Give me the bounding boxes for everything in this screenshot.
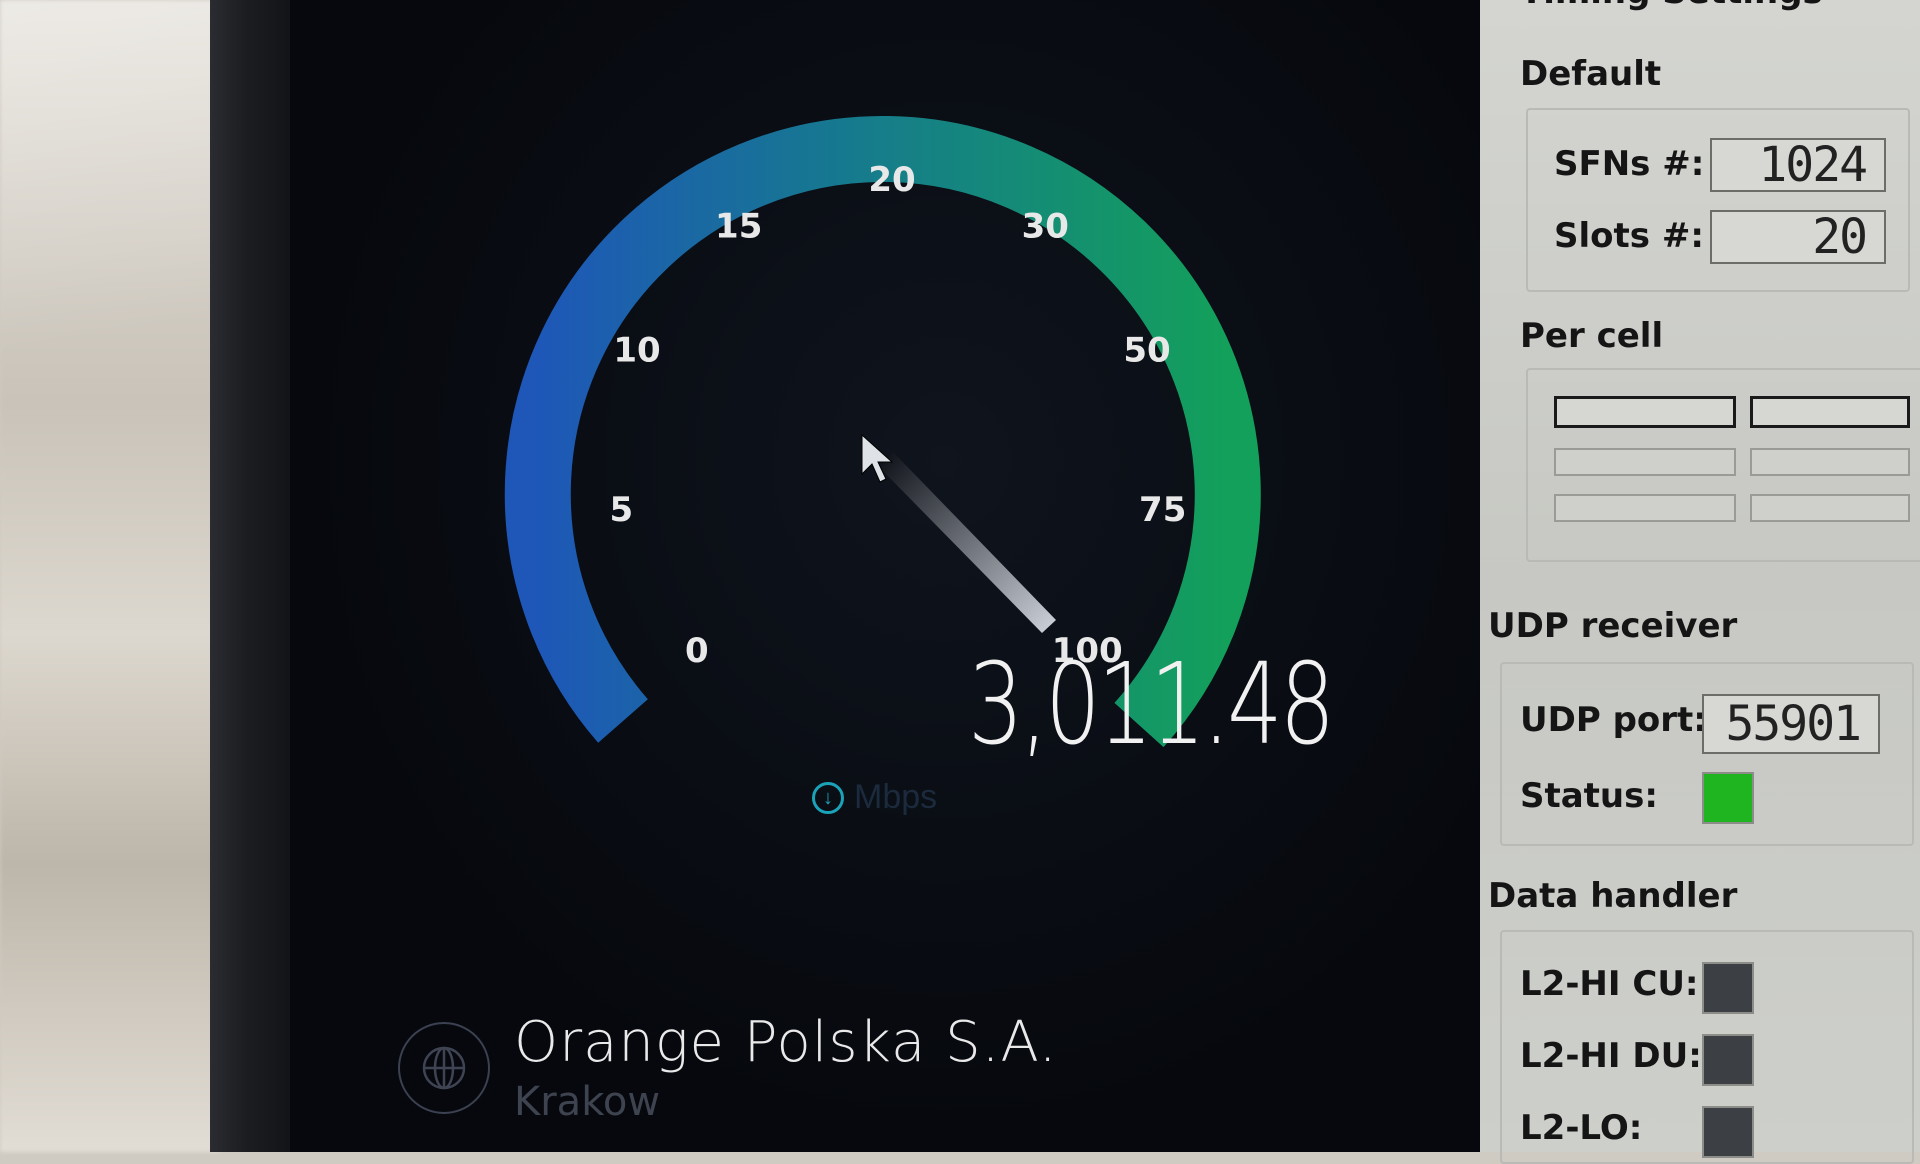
- globe-icon: [398, 1021, 490, 1114]
- udp-port-label: UDP port:: [1520, 700, 1707, 740]
- settings-panel: Timing Settings Default SFNs #: 1024 Slo…: [1480, 0, 1920, 1164]
- gauge-tick-label: 30: [1022, 207, 1069, 247]
- speed-gauge: 05101520305075100: [504, 116, 1261, 748]
- speedtest-screen: 0 5 10 15 20 30 50 75 100 3,011.48 ↓ Mbps Orange…: [290, 0, 1480, 1152]
- provider-text: Orange Polska S.A. Krakow: [514, 1010, 1058, 1125]
- default-group-label: Default: [1520, 54, 1662, 94]
- l2-hi-du-indicator: [1702, 1034, 1754, 1086]
- per-cell-field[interactable]: [1750, 396, 1910, 428]
- gauge-needle: [880, 452, 1056, 633]
- gauge-tick-label: 75: [1139, 490, 1186, 530]
- l2-hi-du-label: L2-HI DU:: [1520, 1036, 1702, 1076]
- speed-unit: Mbps: [854, 778, 938, 816]
- per-cell-field[interactable]: [1750, 494, 1910, 522]
- l2-lo-indicator: [1702, 1106, 1754, 1158]
- provider-name: Orange Polska S.A.: [514, 1010, 1058, 1075]
- slots-label: Slots #:: [1554, 216, 1704, 256]
- unit-row: ↓ Mbps: [812, 778, 937, 817]
- timing-section-title: Timing Settings: [1520, 0, 1823, 12]
- l2-lo-label: L2-LO:: [1520, 1108, 1643, 1148]
- gauge-tick-label: 10: [613, 330, 660, 370]
- gauge-tick-label: 20: [868, 160, 915, 200]
- monitor-bezel: [210, 0, 300, 1152]
- gauge-tick-label: 50: [1123, 330, 1170, 370]
- gauge-tick-label: 5: [609, 490, 633, 530]
- provider-city: Krakow: [514, 1079, 661, 1125]
- udp-port-field[interactable]: 55901: [1702, 694, 1880, 754]
- slots-field[interactable]: 20: [1710, 210, 1886, 264]
- per-cell-field[interactable]: [1750, 448, 1910, 476]
- per-cell-label: Per cell: [1520, 316, 1664, 356]
- udp-section-title: UDP receiver: [1488, 606, 1738, 646]
- speed-value: 3,011.48: [967, 640, 1335, 770]
- l2-hi-cu-indicator: [1702, 962, 1754, 1014]
- data-handler-section-title: Data handler: [1488, 876, 1738, 916]
- status-label: Status:: [1520, 776, 1658, 816]
- download-icon: ↓: [812, 781, 844, 814]
- gauge-tick-label: 15: [715, 207, 762, 247]
- background-pavement: [0, 0, 220, 1152]
- sfns-field[interactable]: 1024: [1710, 138, 1886, 192]
- sfns-label: SFNs #:: [1554, 144, 1705, 184]
- status-indicator: [1702, 772, 1754, 824]
- per-cell-field[interactable]: [1554, 494, 1736, 522]
- per-cell-field[interactable]: [1554, 448, 1736, 476]
- gauge-tick-label: 0: [685, 631, 709, 671]
- gauge-arc: [504, 116, 1261, 748]
- provider-info[interactable]: Orange Polska S.A. Krakow: [398, 1010, 1058, 1125]
- l2-hi-cu-label: L2-HI CU:: [1520, 964, 1699, 1004]
- per-cell-field[interactable]: [1554, 396, 1736, 428]
